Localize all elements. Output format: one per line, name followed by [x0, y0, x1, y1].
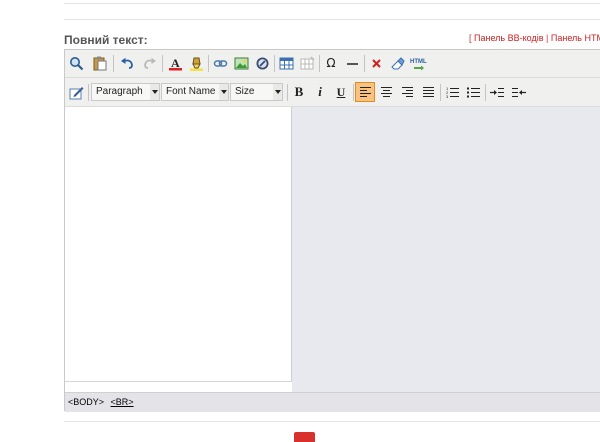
chevron-down-icon [219, 84, 228, 100]
underline-button[interactable]: U [331, 82, 351, 102]
svg-text:3: 3 [446, 94, 449, 98]
status-br-tag[interactable]: <BR> [111, 397, 134, 407]
editor-status-path: <BODY> <BR> [65, 392, 600, 412]
toolbar-separator [287, 84, 288, 101]
toolbar-separator [485, 84, 486, 101]
horizontal-scrollbar[interactable] [65, 381, 292, 392]
table-props-icon[interactable] [297, 53, 317, 73]
italic-button[interactable]: i [310, 82, 330, 102]
image-icon[interactable] [231, 53, 251, 73]
top-divider [64, 3, 600, 4]
svg-text:HTML: HTML [410, 59, 427, 65]
svg-text:A: A [171, 56, 180, 70]
font-name-value: Font Name [166, 86, 216, 97]
remove-format-icon[interactable] [366, 53, 386, 73]
special-char-icon[interactable]: Ω [321, 53, 341, 73]
media-icon[interactable] [252, 53, 272, 73]
align-right-button[interactable] [397, 82, 417, 102]
search-icon[interactable] [66, 53, 86, 73]
status-body-tag[interactable]: <BODY> [68, 397, 104, 407]
outdent-icon[interactable] [509, 82, 529, 102]
toolbar-separator [113, 55, 114, 72]
rich-text-editor: A Ω HTML Paragraph Font Name Size B i U … [64, 49, 600, 412]
toolbar-separator [440, 84, 441, 101]
link-icon[interactable] [210, 53, 230, 73]
bullet-list-icon[interactable] [463, 82, 483, 102]
cleanup-icon[interactable] [387, 53, 407, 73]
align-left-button[interactable] [355, 82, 375, 102]
toolbar-separator [208, 55, 209, 72]
editor-content-area[interactable] [65, 107, 292, 381]
table-icon[interactable] [276, 53, 296, 73]
align-center-button[interactable] [376, 82, 396, 102]
toolbar-separator [88, 84, 89, 101]
toolbar-separator [274, 55, 275, 72]
chevron-down-icon [273, 84, 282, 100]
edit-style-icon[interactable] [66, 82, 86, 102]
font-size-value: Size [235, 86, 255, 97]
chevron-down-icon [150, 84, 159, 100]
panel-divider: | [546, 33, 549, 43]
paragraph-format-select[interactable]: Paragraph [91, 83, 160, 101]
html-panel-link[interactable]: Панель HTM [551, 33, 600, 43]
undo-icon[interactable] [117, 53, 137, 73]
bracket-open: [ [469, 33, 472, 43]
horizontal-rule-icon[interactable] [342, 53, 362, 73]
section-divider [64, 19, 600, 20]
paragraph-format-value: Paragraph [96, 86, 143, 97]
bb-codes-panel-link[interactable]: Панель BB-кодів [474, 33, 543, 43]
full-text-label: Повний текст: [64, 33, 148, 47]
toolbar-separator [162, 55, 163, 72]
submit-button[interactable] [294, 432, 315, 442]
editor-panel-switcher: [ Панель BB-кодів | Панель HTM [469, 33, 600, 43]
editor-toolbar-row-2: Paragraph Font Name Size B i U 123 [65, 78, 600, 107]
editor-preview-pane [292, 107, 600, 392]
html-source-icon[interactable]: HTML [408, 53, 428, 73]
editor-toolbar-row-1: A Ω HTML [65, 50, 600, 78]
text-color-icon[interactable]: A [165, 53, 185, 73]
paste-icon[interactable] [90, 53, 110, 73]
bottom-divider [64, 421, 600, 422]
align-justify-button[interactable] [418, 82, 438, 102]
bold-button[interactable]: B [289, 82, 309, 102]
font-name-select[interactable]: Font Name [161, 83, 229, 101]
numbered-list-icon[interactable]: 123 [442, 82, 462, 102]
redo-icon[interactable] [139, 53, 159, 73]
font-size-select[interactable]: Size [230, 83, 283, 101]
indent-icon[interactable] [487, 82, 507, 102]
toolbar-separator [353, 84, 354, 101]
toolbar-separator [364, 55, 365, 72]
toolbar-separator [319, 55, 320, 72]
highlight-color-icon[interactable] [186, 53, 206, 73]
